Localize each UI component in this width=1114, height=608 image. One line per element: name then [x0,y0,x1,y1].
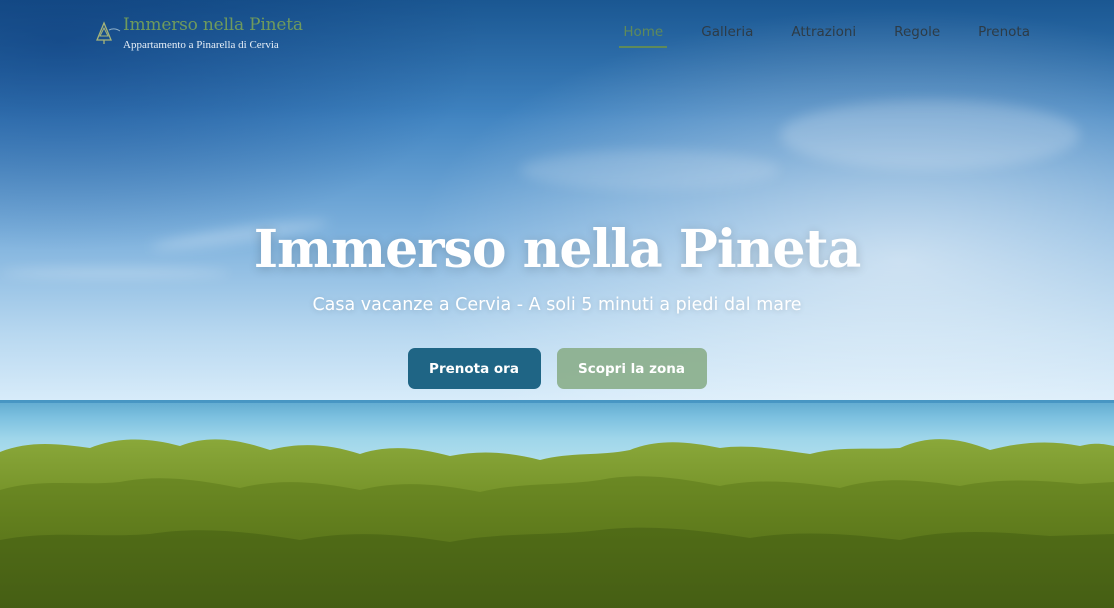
cta-group: Prenota ora Scopri la zona [0,348,1114,389]
nav-galleria[interactable]: Galleria [697,22,757,48]
brand-subtitle: Appartamento a Pinarella di Cervia [123,39,279,51]
hero-title: Immerso nella Pineta [253,219,862,280]
nav-prenota[interactable]: Prenota [974,22,1034,48]
brand-title: Immerso nella Pineta [123,15,303,35]
hero-subtitle: Casa vacanze a Cervia - A soli 5 minuti … [312,295,802,315]
pine-tree-icon [96,21,121,44]
brand-logo[interactable]: Immerso nella Pineta Appartamento a Pina… [95,14,303,53]
nav-home[interactable]: Home [619,22,668,48]
nav-attrazioni[interactable]: Attrazioni [787,22,860,48]
book-now-button[interactable]: Prenota ora [407,348,541,389]
main-nav: Home Galleria Attrazioni Regole Prenota [589,22,1034,48]
discover-area-button[interactable]: Scopri la zona [556,348,707,389]
nav-regole[interactable]: Regole [890,22,944,48]
